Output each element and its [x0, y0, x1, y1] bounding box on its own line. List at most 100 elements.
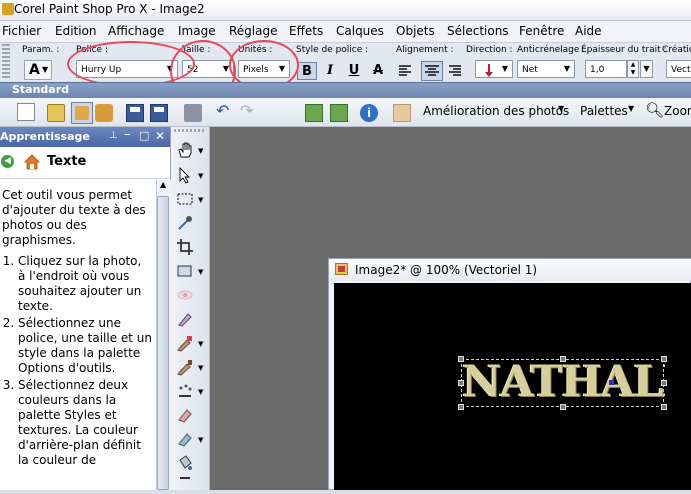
scan-icon[interactable]: [95, 104, 113, 122]
font-select[interactable]: Hurry Up ▼: [76, 60, 178, 78]
palettes-menu[interactable]: Palettes: [580, 104, 628, 118]
flood-fill-icon[interactable]: [176, 454, 194, 472]
menu-aide[interactable]: Aide: [575, 24, 602, 38]
stroke-width-dropdown[interactable]: ▼: [640, 60, 653, 78]
lighten-darken-icon[interactable]: [176, 382, 194, 400]
image-window-title: Image2* @ 100% (Vectoriel 1): [355, 263, 538, 277]
menu-fenetre[interactable]: Fenêtre: [519, 24, 564, 38]
menu-objets[interactable]: Objets: [396, 24, 435, 38]
menu-calques[interactable]: Calques: [336, 24, 384, 38]
image-document-icon: [335, 263, 348, 275]
toolbar-grip[interactable]: [2, 44, 10, 80]
text-tool-icon[interactable]: [176, 476, 194, 494]
undo-icon[interactable]: ↶: [216, 101, 229, 120]
paint-brush-icon[interactable]: [176, 358, 194, 376]
strikethrough-button[interactable]: A: [368, 62, 388, 80]
stroke-width-input[interactable]: 1,0: [585, 60, 627, 78]
param-label: Param. :: [22, 45, 60, 55]
scroll-up-icon[interactable]: ▲: [160, 180, 166, 189]
pan-tool-icon[interactable]: [176, 141, 194, 159]
stroke-width-spinner[interactable]: ▲ ▼: [627, 60, 639, 78]
paste-icon[interactable]: [330, 104, 348, 122]
open-folder-icon[interactable]: [47, 104, 65, 122]
direction-select[interactable]: ▼: [475, 60, 513, 78]
home-icon[interactable]: [24, 154, 40, 170]
zoom-icon[interactable]: 🔍︎: [645, 101, 664, 119]
info-icon[interactable]: i: [360, 104, 378, 122]
chevron-down-icon: ▼: [222, 64, 230, 73]
learning-center-icon[interactable]: [393, 104, 411, 122]
menu-selections[interactable]: Sélections: [447, 24, 509, 38]
resize-handle[interactable]: [661, 380, 667, 386]
copy-icon[interactable]: [305, 104, 323, 122]
eraser-tool-icon[interactable]: [176, 406, 194, 424]
antialias-select[interactable]: Net ▼: [517, 60, 575, 78]
chevron-down-icon: ▼: [501, 64, 509, 73]
window-title: Corel Paint Shop Pro X - Image2: [14, 2, 205, 16]
pick-tool-icon[interactable]: [176, 166, 194, 184]
align-right-icon[interactable]: [446, 62, 464, 80]
presets-button[interactable]: A ▼: [24, 60, 52, 80]
rotation-pivot-handle[interactable]: [609, 380, 614, 385]
align-center-icon[interactable]: [421, 61, 443, 81]
font-style-label: Style de police :: [296, 45, 369, 55]
resize-handle[interactable]: [458, 356, 464, 362]
redo-icon[interactable]: ↷: [240, 101, 253, 120]
resize-handle[interactable]: [661, 404, 667, 410]
chevron-down-icon: ▼: [198, 147, 204, 155]
tools-grip[interactable]: [174, 129, 204, 132]
resize-handle[interactable]: [560, 404, 566, 410]
bold-button[interactable]: B: [297, 62, 317, 80]
new-file-icon[interactable]: [17, 103, 35, 121]
learning-palette-titlebar: Apprentissage ⊥ – □ ✕: [0, 127, 170, 147]
learning-palette-title: Apprentissage: [0, 130, 90, 143]
image-window-titlebar[interactable]: Image2* @ 100% (Vectoriel 1): [329, 259, 691, 281]
create-as-select[interactable]: Vecto: [666, 60, 691, 78]
minimize-icon[interactable]: –: [124, 127, 131, 142]
text-tool-icon: A: [29, 62, 40, 78]
print-icon[interactable]: [184, 104, 202, 122]
clone-brush-icon[interactable]: [176, 334, 194, 352]
text-selection-box[interactable]: [461, 359, 664, 407]
resize-handle[interactable]: [458, 404, 464, 410]
resize-handle[interactable]: [661, 356, 667, 362]
menu-bar: Fichier Edition Affichage Image Réglage …: [0, 21, 691, 42]
pin-icon[interactable]: ⊥: [109, 130, 118, 141]
resize-handle[interactable]: [458, 380, 464, 386]
font-size-select[interactable]: 52 ▼: [182, 60, 234, 78]
italic-button[interactable]: I: [320, 62, 340, 80]
learning-scroll-thumb[interactable]: [157, 196, 169, 490]
menu-affichage[interactable]: Affichage: [108, 24, 164, 38]
menu-effets[interactable]: Effets: [289, 24, 323, 38]
dropper-tool-icon[interactable]: [176, 214, 194, 232]
save-icon[interactable]: [126, 104, 144, 122]
red-eye-tool-icon[interactable]: [176, 286, 194, 304]
learning-step: Sélectionnez deux couleurs dans la palet…: [18, 378, 152, 468]
back-arrow-icon[interactable]: ◀: [1, 155, 14, 168]
font-value: Hurry Up: [81, 65, 122, 75]
menu-reglage[interactable]: Réglage: [229, 24, 278, 38]
crop-tool-icon[interactable]: [176, 238, 194, 256]
browse-icon[interactable]: [71, 102, 93, 124]
units-select[interactable]: Pixels ▼: [238, 60, 290, 78]
stroke-width-value: 1,0: [590, 65, 605, 75]
menu-image[interactable]: Image: [178, 24, 216, 38]
unites-label: Unités :: [238, 45, 273, 55]
save-as-icon[interactable]: [150, 104, 168, 122]
makeover-tool-icon[interactable]: [176, 310, 194, 328]
antialias-value: Net: [522, 65, 538, 75]
close-icon[interactable]: ✕: [155, 129, 165, 143]
police-label: Police :: [76, 45, 108, 55]
resize-handle[interactable]: [560, 356, 566, 362]
underline-button[interactable]: U: [344, 62, 364, 80]
selection-tool-icon[interactable]: [176, 190, 194, 208]
background-eraser-icon[interactable]: [176, 430, 194, 448]
photo-enhancement-menu[interactable]: Amélioration des photos: [423, 104, 569, 118]
menu-edition[interactable]: Edition: [55, 24, 97, 38]
menu-fichier[interactable]: Fichier: [2, 24, 41, 38]
align-left-icon[interactable]: [396, 62, 414, 80]
deform-tool-icon[interactable]: [176, 262, 194, 280]
zoom-menu[interactable]: Zoom: [664, 104, 691, 118]
learning-nav: ◀ Texte: [0, 148, 170, 179]
maximize-icon[interactable]: □: [139, 129, 149, 142]
